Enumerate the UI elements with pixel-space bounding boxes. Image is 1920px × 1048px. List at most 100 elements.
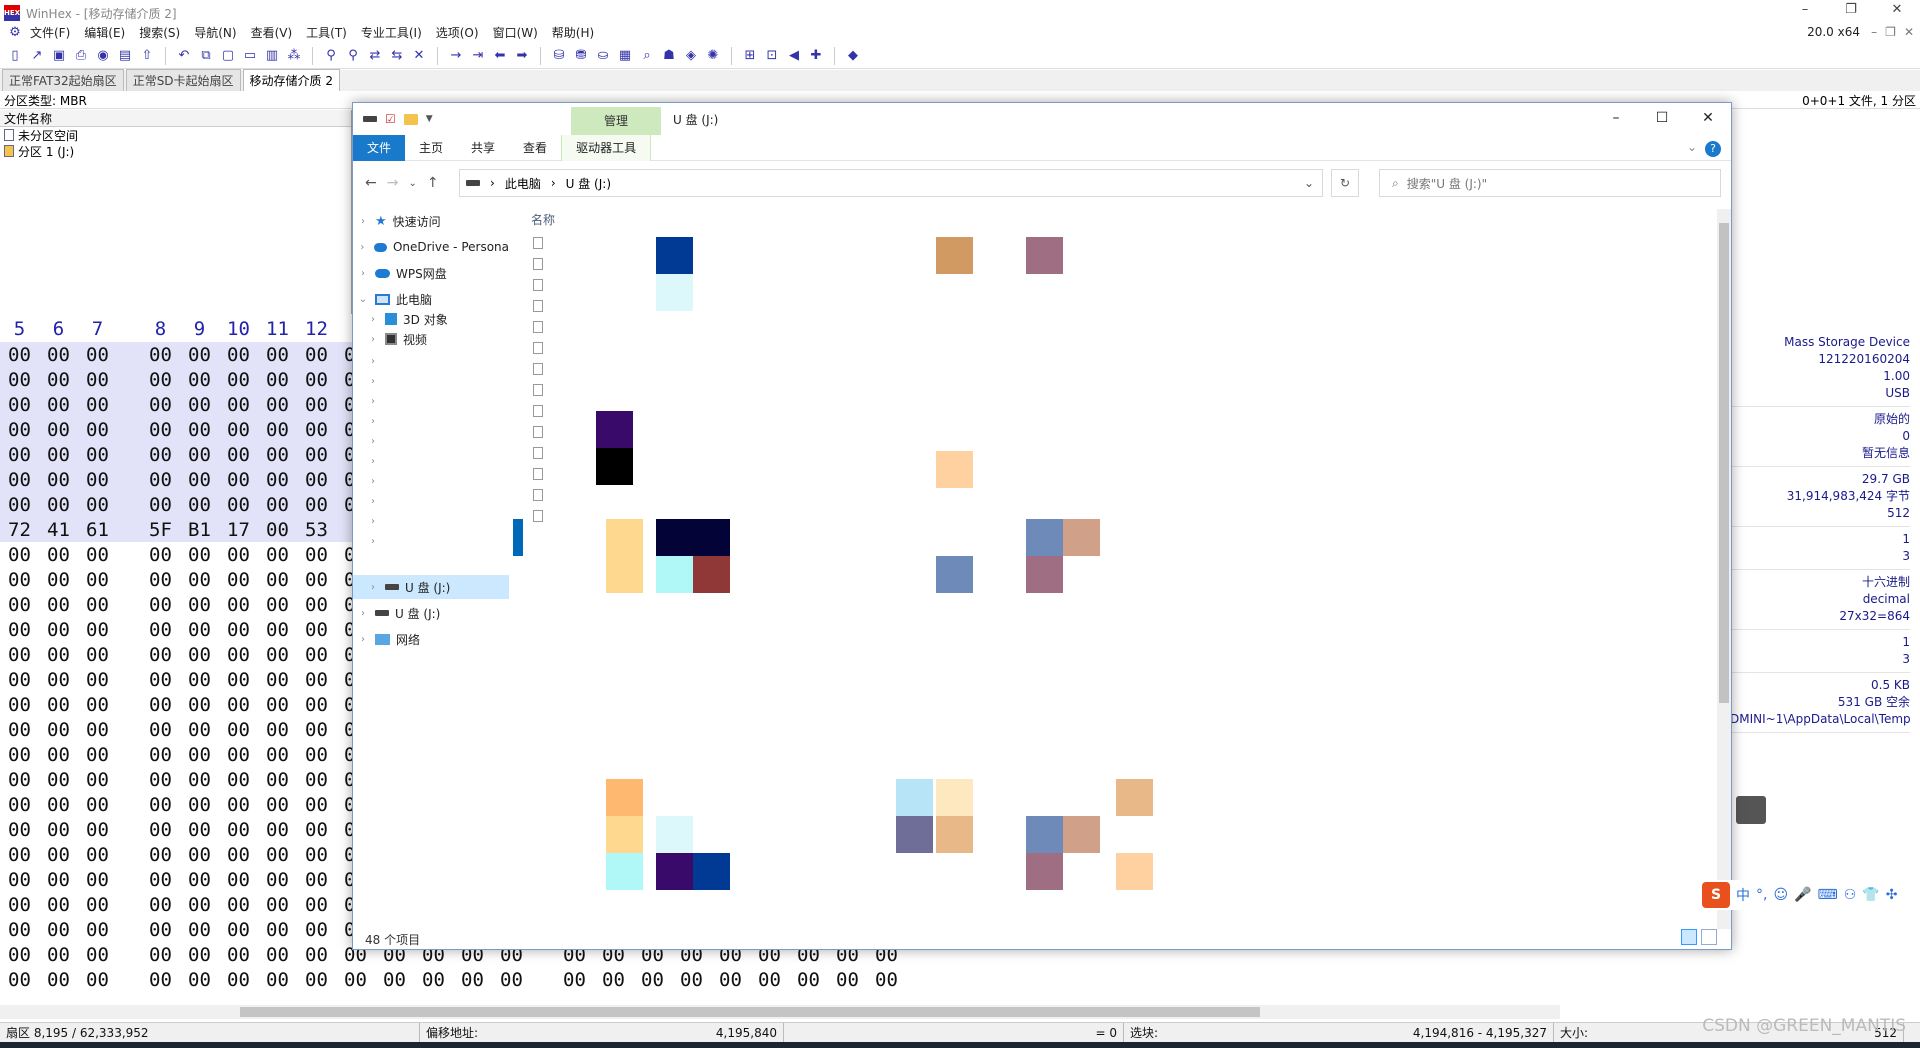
explorer-maximize-button[interactable]: ☐ bbox=[1639, 103, 1685, 133]
mdi-restore-button[interactable]: ❐ bbox=[1885, 25, 1896, 39]
hex-byte[interactable]: 00 bbox=[258, 794, 297, 816]
find-text-icon[interactable]: ⚲ bbox=[322, 47, 340, 65]
write-icon[interactable]: ⁂ bbox=[285, 47, 303, 65]
hex-byte[interactable]: 00 bbox=[180, 919, 219, 941]
nav-item[interactable]: › OneDrive - Persona bbox=[353, 235, 509, 259]
hex-byte[interactable]: 00 bbox=[297, 394, 336, 416]
microphone-icon[interactable]: 🎤 bbox=[1794, 887, 1811, 903]
hex-byte[interactable]: 00 bbox=[39, 694, 78, 716]
nav-item[interactable]: › U 盘 (J:) bbox=[353, 575, 509, 599]
hex-byte[interactable]: 00 bbox=[78, 719, 117, 741]
expand-chevron-icon[interactable]: › bbox=[367, 516, 379, 527]
hex-byte[interactable]: 00 bbox=[0, 769, 39, 791]
expand-chevron-icon[interactable]: › bbox=[367, 582, 379, 593]
hex-byte[interactable]: 00 bbox=[78, 619, 117, 641]
ram-editor-icon[interactable]: ▦ bbox=[616, 47, 634, 65]
hex-byte[interactable]: 61 bbox=[78, 519, 117, 541]
file-icon[interactable] bbox=[533, 237, 543, 249]
expand-chevron-icon[interactable]: › bbox=[367, 314, 379, 325]
expand-chevron-icon[interactable]: › bbox=[357, 634, 369, 645]
hex-byte[interactable]: 00 bbox=[141, 594, 180, 616]
hex-byte[interactable]: 00 bbox=[219, 494, 258, 516]
hex-byte[interactable]: 00 bbox=[141, 844, 180, 866]
hex-byte[interactable]: 00 bbox=[297, 544, 336, 566]
hex-byte[interactable]: 00 bbox=[141, 969, 180, 991]
address-bar[interactable]: › 此电脑 › U 盘 (J:) ⌄ bbox=[459, 169, 1323, 197]
undo-icon[interactable]: ↶ bbox=[175, 47, 193, 65]
ribbon-tab-drive-tools[interactable]: 驱动器工具 bbox=[561, 134, 652, 161]
hex-byte[interactable]: 00 bbox=[39, 594, 78, 616]
hex-byte[interactable]: 00 bbox=[39, 719, 78, 741]
hex-byte[interactable]: 00 bbox=[258, 494, 297, 516]
explorer-close-button[interactable]: ✕ bbox=[1685, 103, 1731, 133]
hex-byte[interactable]: 00 bbox=[0, 344, 39, 366]
address-dropdown-icon[interactable]: ⌄ bbox=[1304, 176, 1314, 190]
paste-block-icon[interactable]: ▥ bbox=[263, 47, 281, 65]
hex-byte[interactable]: 00 bbox=[141, 369, 180, 391]
hex-byte[interactable]: 00 bbox=[258, 969, 297, 991]
ribbon-tab-home[interactable]: 主页 bbox=[405, 135, 457, 161]
nav-item[interactable]: › ★ 快速访问 bbox=[353, 209, 509, 233]
new-folder-icon[interactable] bbox=[403, 113, 418, 125]
menu-specialist[interactable]: 专业工具(I) bbox=[361, 24, 422, 41]
hex-byte[interactable]: 00 bbox=[78, 894, 117, 916]
hex-byte[interactable]: 00 bbox=[141, 919, 180, 941]
details-view-icon[interactable] bbox=[1681, 929, 1697, 945]
properties-check-icon[interactable]: ☑ bbox=[385, 112, 396, 126]
hex-byte[interactable]: 00 bbox=[0, 969, 39, 991]
copy-icon[interactable]: ⧉ bbox=[197, 47, 215, 65]
file-icon[interactable] bbox=[533, 426, 543, 438]
back-arrow-icon[interactable]: ← bbox=[365, 175, 377, 191]
hex-byte[interactable]: 00 bbox=[141, 944, 180, 966]
user-icon[interactable]: ⚇ bbox=[1844, 887, 1857, 903]
help-icon[interactable]: ? bbox=[1705, 141, 1721, 157]
hex-byte[interactable]: 00 bbox=[180, 494, 219, 516]
hex-byte[interactable]: 53 bbox=[297, 519, 336, 541]
hex-byte[interactable]: 00 bbox=[78, 544, 117, 566]
hex-byte[interactable]: 00 bbox=[78, 919, 117, 941]
search-disk-icon[interactable]: ⌕ bbox=[638, 47, 656, 65]
hex-byte[interactable]: 00 bbox=[258, 594, 297, 616]
hex-byte[interactable]: 00 bbox=[39, 844, 78, 866]
file-icon[interactable] bbox=[533, 489, 543, 501]
hex-byte[interactable]: 00 bbox=[219, 644, 258, 666]
hex-byte[interactable]: 00 bbox=[219, 719, 258, 741]
save-icon[interactable]: ▣ bbox=[50, 47, 68, 65]
hex-byte[interactable]: 00 bbox=[39, 444, 78, 466]
hex-byte[interactable]: 00 bbox=[141, 769, 180, 791]
mdi-minimize-button[interactable]: – bbox=[1871, 25, 1877, 39]
hex-byte[interactable]: 00 bbox=[180, 369, 219, 391]
hex-byte[interactable]: 00 bbox=[219, 819, 258, 841]
hex-byte[interactable]: 00 bbox=[594, 969, 633, 991]
hex-byte[interactable]: 00 bbox=[492, 969, 531, 991]
book-icon[interactable]: ◆ bbox=[844, 47, 862, 65]
hex-byte[interactable]: 00 bbox=[297, 644, 336, 666]
hex-byte[interactable]: 00 bbox=[453, 969, 492, 991]
explorer-minimize-button[interactable]: – bbox=[1593, 103, 1639, 133]
open-disk-icon[interactable]: ⛁ bbox=[550, 47, 568, 65]
hex-byte[interactable]: 00 bbox=[297, 419, 336, 441]
hex-byte[interactable]: 00 bbox=[0, 944, 39, 966]
hex-byte[interactable]: 00 bbox=[258, 444, 297, 466]
expand-chevron-icon[interactable]: › bbox=[367, 416, 379, 427]
hex-byte[interactable]: 00 bbox=[180, 944, 219, 966]
menu-window[interactable]: 窗口(W) bbox=[493, 24, 538, 41]
hex-byte[interactable]: 00 bbox=[0, 644, 39, 666]
menu-tools[interactable]: 工具(T) bbox=[306, 24, 347, 41]
hex-byte[interactable]: 00 bbox=[39, 669, 78, 691]
hex-byte[interactable]: 00 bbox=[0, 844, 39, 866]
filelist-header[interactable]: 文件名称 bbox=[0, 110, 351, 127]
find-hex-icon[interactable]: ⚲ bbox=[344, 47, 362, 65]
hex-byte[interactable]: 00 bbox=[78, 569, 117, 591]
hex-byte[interactable]: 00 bbox=[297, 719, 336, 741]
hex-byte[interactable]: 00 bbox=[39, 544, 78, 566]
hex-byte[interactable]: 00 bbox=[180, 619, 219, 641]
hex-byte[interactable]: 00 bbox=[297, 369, 336, 391]
replace-text-icon[interactable]: ⇄ bbox=[366, 47, 384, 65]
restore-button[interactable]: ❐ bbox=[1828, 0, 1874, 20]
nav-item[interactable]: › U 盘 (J:) bbox=[353, 601, 509, 625]
file-icon[interactable] bbox=[533, 468, 543, 480]
hex-byte[interactable]: 00 bbox=[219, 794, 258, 816]
emoji-icon[interactable]: ☺ bbox=[1773, 887, 1788, 903]
file-icon[interactable] bbox=[533, 405, 543, 417]
